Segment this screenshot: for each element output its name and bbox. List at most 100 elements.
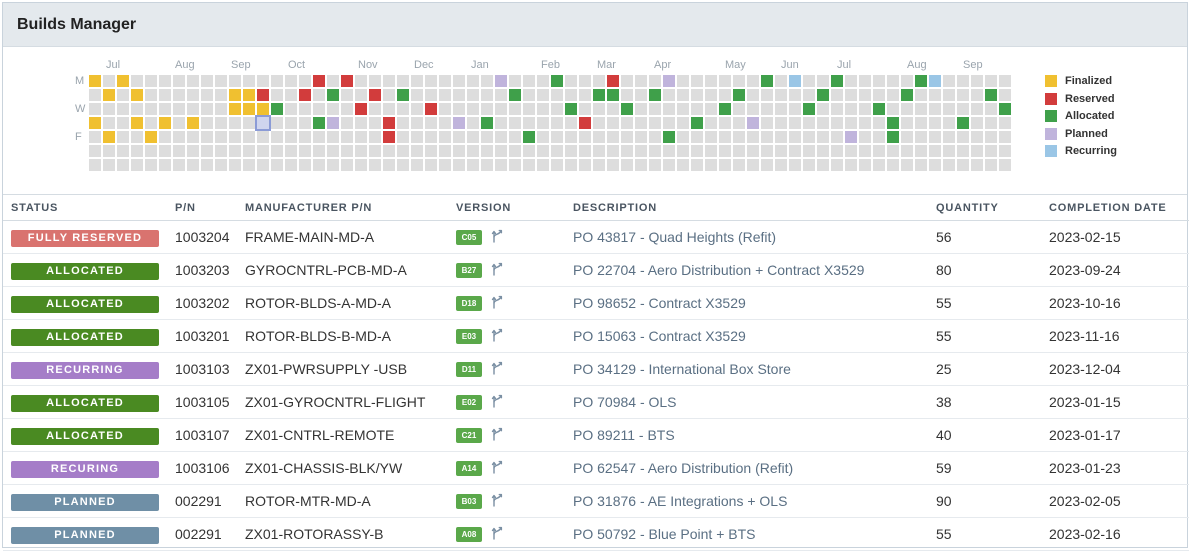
heatmap-cell[interactable] <box>509 131 521 143</box>
table-row[interactable]: RECURING 1003106 ZX01-CHASSIS-BLK/YW A14 PO … <box>3 451 1189 485</box>
heatmap-cell[interactable] <box>453 75 465 87</box>
heatmap-cell[interactable] <box>593 131 605 143</box>
heatmap-cell[interactable] <box>383 117 395 129</box>
heatmap-cell[interactable] <box>845 103 857 115</box>
heatmap-cell[interactable] <box>817 75 829 87</box>
heatmap-cell[interactable] <box>411 89 423 101</box>
heatmap-cell[interactable] <box>999 131 1011 143</box>
heatmap-cell[interactable] <box>901 145 913 157</box>
heatmap-cell[interactable] <box>229 117 241 129</box>
heatmap-cell[interactable] <box>411 131 423 143</box>
heatmap-cell[interactable] <box>341 117 353 129</box>
heatmap-cell[interactable] <box>131 75 143 87</box>
heatmap-cell[interactable] <box>243 159 255 171</box>
heatmap-cell[interactable] <box>341 131 353 143</box>
heatmap-cell[interactable] <box>411 103 423 115</box>
heatmap-cell[interactable] <box>803 131 815 143</box>
heatmap-cell[interactable] <box>187 159 199 171</box>
heatmap-cell[interactable] <box>89 75 101 87</box>
heatmap-cell[interactable] <box>565 117 577 129</box>
heatmap-cell[interactable] <box>565 145 577 157</box>
heatmap-cell[interactable] <box>621 89 633 101</box>
heatmap-cell[interactable] <box>439 145 451 157</box>
heatmap-cell[interactable] <box>901 89 913 101</box>
heatmap-cell[interactable] <box>243 75 255 87</box>
heatmap-cell[interactable] <box>229 131 241 143</box>
heatmap-cell[interactable] <box>985 159 997 171</box>
heatmap-cell[interactable] <box>873 159 885 171</box>
heatmap-cell[interactable] <box>257 131 269 143</box>
description-cell-text[interactable]: PO 15063 - Contract X3529 <box>573 328 746 344</box>
heatmap-cell[interactable] <box>369 117 381 129</box>
heatmap-cell[interactable] <box>691 75 703 87</box>
heatmap-cell[interactable] <box>733 75 745 87</box>
heatmap-cell[interactable] <box>901 117 913 129</box>
heatmap-cell[interactable] <box>845 75 857 87</box>
heatmap-cell[interactable] <box>943 117 955 129</box>
table-row[interactable]: PLANNED 002291 ZX01-ROTORASSY-B A08 PO 50792… <box>3 517 1189 551</box>
heatmap-cell[interactable] <box>789 145 801 157</box>
heatmap-cell[interactable] <box>355 145 367 157</box>
heatmap-cell[interactable] <box>383 75 395 87</box>
heatmap-cell[interactable] <box>425 89 437 101</box>
branch-icon[interactable] <box>490 426 506 445</box>
version-badge[interactable]: D11 <box>456 361 482 377</box>
description-cell-text[interactable]: PO 43817 - Quad Heights (Refit) <box>573 229 776 245</box>
heatmap-cell[interactable] <box>509 117 521 129</box>
heatmap-cell[interactable] <box>425 117 437 129</box>
heatmap-cell[interactable] <box>649 103 661 115</box>
heatmap-cell[interactable] <box>761 103 773 115</box>
heatmap-cell[interactable] <box>271 89 283 101</box>
heatmap-cell[interactable] <box>719 103 731 115</box>
heatmap-cell[interactable] <box>565 103 577 115</box>
branch-icon[interactable] <box>490 228 506 247</box>
heatmap-cell[interactable] <box>481 131 493 143</box>
heatmap-cell[interactable] <box>257 89 269 101</box>
heatmap-cell[interactable] <box>733 117 745 129</box>
heatmap-cell[interactable] <box>495 117 507 129</box>
heatmap-cell[interactable] <box>201 89 213 101</box>
heatmap-cell[interactable] <box>313 117 325 129</box>
heatmap-cell[interactable] <box>299 75 311 87</box>
heatmap-cell[interactable] <box>635 103 647 115</box>
description-cell-text[interactable]: PO 89211 - BTS <box>573 427 675 443</box>
heatmap-cell[interactable] <box>579 159 591 171</box>
heatmap-cell[interactable] <box>747 89 759 101</box>
table-row[interactable]: RECURRING 1003103 ZX01-PWRSUPPLY -USB D11 PO… <box>3 352 1189 386</box>
heatmap-cell[interactable] <box>859 159 871 171</box>
heatmap-cell[interactable] <box>817 117 829 129</box>
heatmap-cell[interactable] <box>789 75 801 87</box>
heatmap-cell[interactable] <box>579 145 591 157</box>
heatmap-cell[interactable] <box>383 89 395 101</box>
heatmap-cell[interactable] <box>215 145 227 157</box>
heatmap-cell[interactable] <box>383 103 395 115</box>
heatmap-cell[interactable] <box>537 145 549 157</box>
heatmap-cell[interactable] <box>481 89 493 101</box>
heatmap-cell[interactable] <box>145 89 157 101</box>
heatmap-cell[interactable] <box>411 145 423 157</box>
heatmap-cell[interactable] <box>719 75 731 87</box>
heatmap-cell[interactable] <box>915 131 927 143</box>
heatmap-cell[interactable] <box>271 103 283 115</box>
heatmap-cell[interactable] <box>495 75 507 87</box>
heatmap-cell[interactable] <box>565 131 577 143</box>
heatmap-cell[interactable] <box>551 159 563 171</box>
heatmap-cell[interactable] <box>887 75 899 87</box>
heatmap-cell[interactable] <box>971 75 983 87</box>
heatmap-cell[interactable] <box>509 145 521 157</box>
heatmap-cell[interactable] <box>467 75 479 87</box>
heatmap-cell[interactable] <box>397 131 409 143</box>
heatmap-cell[interactable] <box>845 159 857 171</box>
heatmap-cell[interactable] <box>103 75 115 87</box>
heatmap-cell[interactable] <box>775 131 787 143</box>
heatmap-cell[interactable] <box>887 145 899 157</box>
heatmap-cell[interactable] <box>957 75 969 87</box>
heatmap-cell[interactable] <box>299 103 311 115</box>
heatmap-cell[interactable] <box>495 159 507 171</box>
heatmap-cell[interactable] <box>775 89 787 101</box>
heatmap-cell[interactable] <box>649 75 661 87</box>
heatmap-cell[interactable] <box>187 103 199 115</box>
heatmap-cell[interactable] <box>733 159 745 171</box>
heatmap-cell[interactable] <box>215 103 227 115</box>
heatmap-cell[interactable] <box>159 145 171 157</box>
